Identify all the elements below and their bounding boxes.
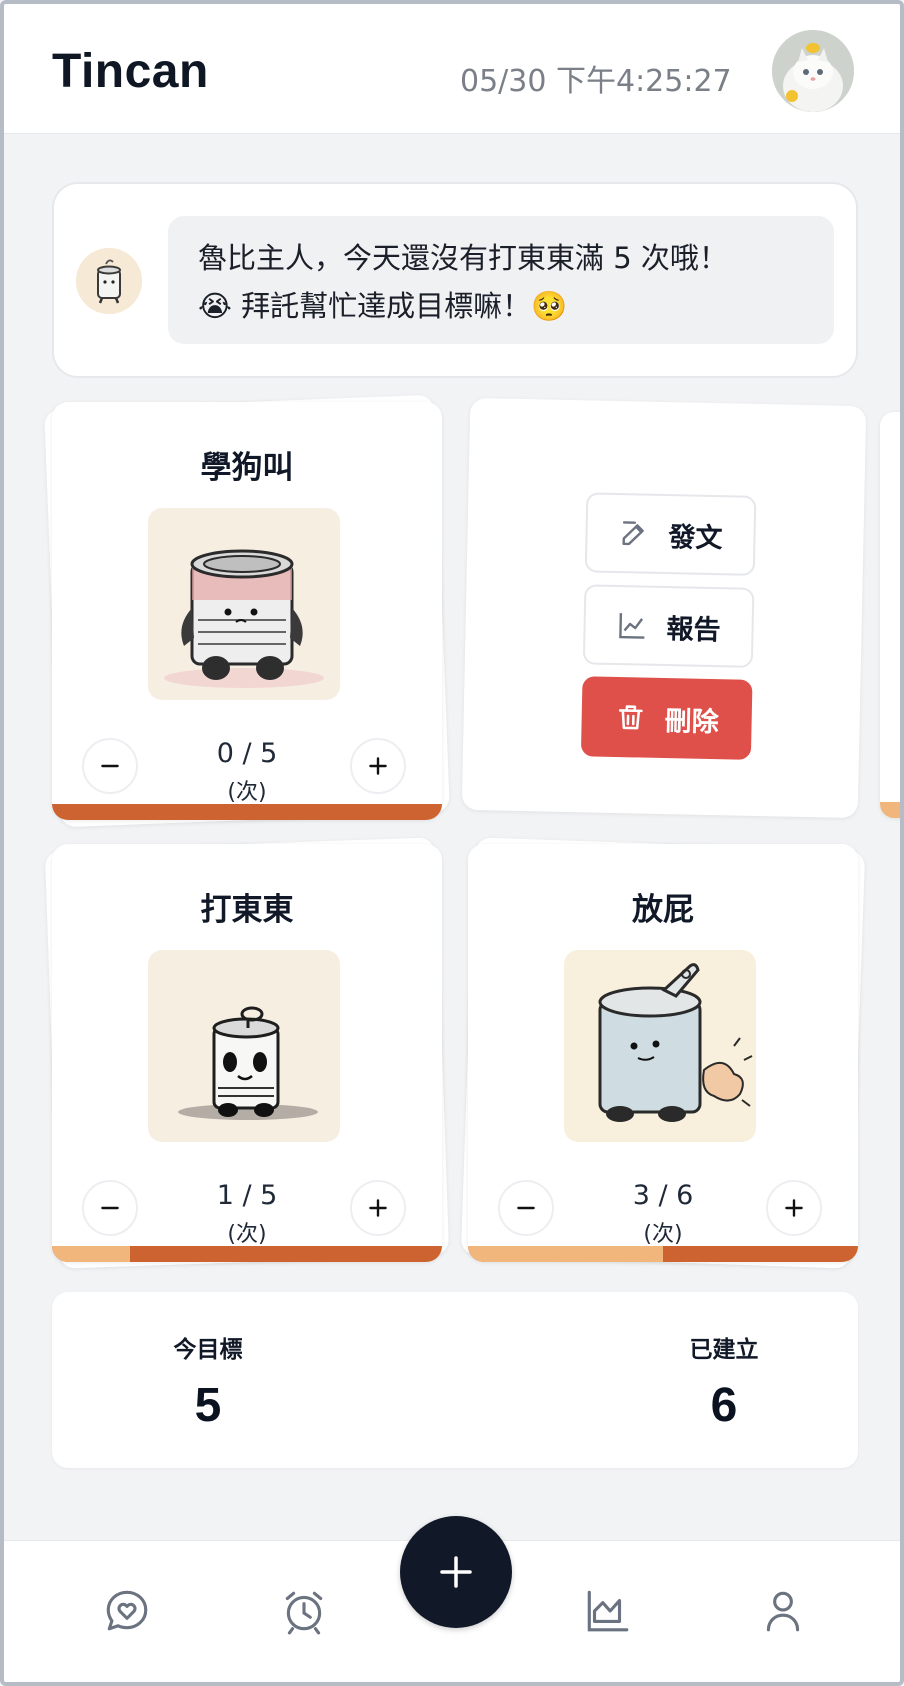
habit-card[interactable]: 打東東 1 / 5 (次)	[52, 844, 442, 1262]
report-label: 報告	[666, 613, 721, 646]
tincan-mascot-icon	[76, 248, 142, 314]
progress-fill	[468, 1246, 663, 1262]
habit-card[interactable]: 放屁 3 / 6 (次)	[468, 844, 858, 1262]
plus-icon	[369, 757, 387, 775]
habit-title: 放屁	[632, 892, 694, 928]
nav-chat[interactable]	[99, 1583, 155, 1639]
avatar[interactable]	[772, 30, 854, 112]
increment-button[interactable]	[766, 1180, 822, 1236]
chat-heart-icon	[106, 1590, 148, 1631]
habit-card[interactable]: 學狗叫 0 / 5 (次)	[52, 402, 442, 820]
stats-panel: 今目標 5 已建立 6	[52, 1292, 858, 1468]
reminder-message-card: 魯比主人，今天還沒有打東東滿 5 次哦！ 😭 拜託幫忙達成目標嘛！🥺	[52, 182, 858, 378]
delete-label: 刪除	[664, 705, 719, 738]
plus-icon	[785, 1199, 803, 1217]
edit-icon	[622, 521, 644, 546]
sad-tincan-illustration	[148, 508, 340, 700]
card-actions-panel: 發文 報告 刪除	[461, 397, 867, 819]
top-header: Tincan 05/30 下午4:25:27	[4, 4, 900, 134]
habit-card-bark: 學狗叫 0 / 5 (次)	[44, 394, 450, 828]
next-card-peek[interactable]	[880, 412, 900, 818]
app-title: Tincan	[52, 45, 209, 98]
message-line-2: 😭 拜託幫忙達成目標嘛！🥺	[198, 289, 568, 323]
nav-report[interactable]	[579, 1583, 635, 1639]
habit-title: 學狗叫	[200, 450, 294, 486]
progress-bar	[52, 804, 442, 820]
delete-button[interactable]: 刪除	[580, 676, 753, 760]
increment-button[interactable]	[350, 1180, 406, 1236]
goal-label: 今目標	[173, 1337, 243, 1363]
plus-icon	[440, 1556, 472, 1588]
farting-tincan-illustration	[564, 950, 756, 1142]
habit-card-hit: 打東東 1 / 5 (次)	[44, 837, 450, 1269]
habit-card-fart: 放屁 3 / 6 (次)	[460, 837, 866, 1269]
open-tincan-illustration	[148, 950, 340, 1142]
progress-bar	[52, 1246, 442, 1262]
habit-title: 打東東	[200, 892, 294, 928]
add-habit-button[interactable]	[400, 1516, 512, 1628]
post-label: 發文	[668, 521, 723, 554]
goal-value: 5	[194, 1379, 222, 1432]
alarm-clock-icon	[285, 1591, 323, 1635]
cat-avatar-icon	[772, 30, 854, 112]
nav-profile[interactable]	[755, 1583, 811, 1639]
created-label: 已建立	[689, 1337, 759, 1363]
clock: 05/30 下午4:25:27	[460, 64, 732, 99]
message-line-1: 魯比主人，今天還沒有打東東滿 5 次哦！	[198, 241, 728, 275]
progress-bar	[468, 1246, 858, 1262]
created-value: 6	[710, 1379, 738, 1432]
plus-icon	[369, 1199, 387, 1217]
message-bubble: 魯比主人，今天還沒有打東東滿 5 次哦！ 😭 拜託幫忙達成目標嘛！🥺	[168, 216, 834, 344]
trash-icon	[618, 705, 643, 730]
increment-button[interactable]	[350, 738, 406, 794]
post-button[interactable]: 發文	[584, 492, 757, 576]
report-button[interactable]: 報告	[582, 584, 755, 668]
chart-icon	[619, 613, 645, 639]
app-frame: Tincan 05/30 下午4:25:27 魯比主人，今天還沒有打東東滿 5 …	[0, 0, 904, 1686]
progress-fill	[52, 1246, 130, 1262]
nav-alarm[interactable]	[276, 1583, 332, 1639]
chart-icon	[587, 1590, 629, 1632]
user-icon	[766, 1591, 800, 1632]
